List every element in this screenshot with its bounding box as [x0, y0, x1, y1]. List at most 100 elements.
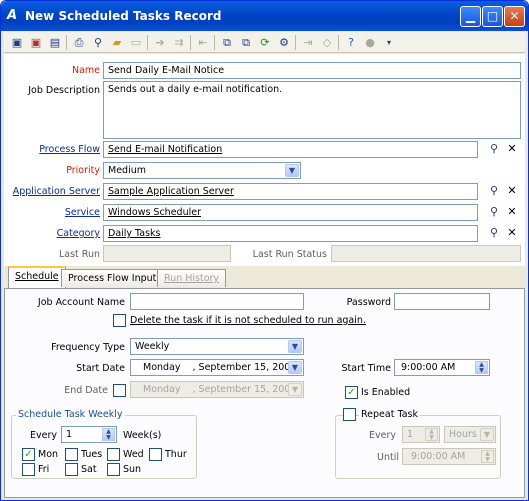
spin-arrows-icon[interactable]: ▲ ▼: [475, 361, 488, 374]
last-run-label: Last Run: [58, 249, 100, 260]
name-field[interactable]: Send Daily E-Mail Notice: [103, 62, 521, 79]
open-folder-icon[interactable]: ▰: [109, 35, 125, 50]
day-fri-checkbox[interactable]: [22, 463, 35, 476]
print-icon[interactable]: ⎙: [71, 35, 87, 50]
title-bar[interactable]: A New Scheduled Tasks Record ▁ □ ✕: [1, 1, 528, 31]
day-thur-checkbox[interactable]: [149, 448, 162, 461]
name-label: Name: [71, 65, 100, 76]
tab-run-history[interactable]: Run History: [157, 269, 227, 287]
first-icon[interactable]: ⇤: [195, 35, 211, 50]
weeks-label: Week(s): [123, 430, 162, 441]
window-title: New Scheduled Tasks Record: [25, 9, 222, 23]
application-server-find-icon[interactable]: ⚲: [486, 183, 502, 199]
start-date-picker[interactable]: Monday, September 15, 2008 ▼: [130, 359, 304, 376]
globe-refresh-icon[interactable]: ⟳: [257, 35, 273, 50]
spin-arrows-icon: ▲ ▼: [425, 428, 438, 441]
day-sun-checkbox[interactable]: [107, 463, 120, 476]
day-mon-checkbox[interactable]: ✓: [22, 448, 35, 461]
spin-arrows-icon[interactable]: ▲ ▼: [102, 428, 115, 441]
maximize-button[interactable]: □: [482, 6, 503, 27]
job-description-field[interactable]: Sends out a daily e-mail notification.: [103, 81, 521, 139]
category-field[interactable]: Daily Tasks: [103, 225, 478, 242]
service-find-icon[interactable]: ⚲: [486, 204, 502, 220]
last-run-status-label: Last Run Status: [252, 249, 327, 260]
application-server-clear-icon[interactable]: ✕: [504, 183, 520, 199]
day-tues-checkbox[interactable]: [65, 448, 78, 461]
move-icon[interactable]: ⇥: [300, 35, 316, 50]
help-icon[interactable]: ?: [343, 35, 359, 50]
password-field[interactable]: [394, 293, 490, 310]
forward-all-icon[interactable]: ⇉: [171, 35, 187, 50]
day-fri-label: Fri: [38, 464, 50, 475]
start-time-spinner[interactable]: 9:00:00 AM ▲ ▼: [394, 359, 490, 376]
day-sat-checkbox[interactable]: [65, 463, 78, 476]
end-date-checkbox[interactable]: [113, 384, 126, 397]
category-link[interactable]: Category: [57, 228, 100, 239]
chevron-down-icon[interactable]: ▼: [285, 164, 299, 177]
schedule-tab-panel: Job Account Name Password Delete the tas…: [4, 288, 525, 498]
every-label: Every: [30, 430, 57, 441]
tab-schedule[interactable]: Schedule: [8, 266, 66, 288]
toolbar-overflow-icon[interactable]: ▾: [381, 35, 397, 50]
tab-strip: Schedule Process Flow Input Run History: [4, 266, 525, 288]
service-link[interactable]: Service: [65, 207, 100, 218]
process-flow-field[interactable]: Send E-mail Notification: [103, 141, 478, 158]
password-label: Password: [346, 297, 391, 308]
frequency-type-select[interactable]: Weekly ▼: [130, 338, 304, 355]
is-enabled-label: Is Enabled: [361, 387, 411, 398]
process-flow-clear-icon[interactable]: ✕: [504, 141, 520, 157]
process-flow-link[interactable]: Process Flow: [39, 144, 100, 155]
every-weeks-spinner[interactable]: 1 ▲ ▼: [61, 426, 117, 443]
app-icon: A: [7, 8, 18, 23]
frequency-type-label: Frequency Type: [51, 342, 125, 353]
day-thur-label: Thur: [165, 449, 187, 460]
process-flow-find-icon[interactable]: ⚲: [486, 141, 502, 157]
save-new-icon[interactable]: ▤: [47, 35, 63, 50]
application-server-field[interactable]: Sample Application Server: [103, 183, 478, 200]
forward-icon[interactable]: ➔: [152, 35, 168, 50]
info-icon[interactable]: ●: [362, 35, 378, 50]
repeat-unit-select: Hours ▼: [444, 426, 496, 443]
category-clear-icon[interactable]: ✕: [504, 225, 520, 241]
minimize-button[interactable]: ▁: [460, 6, 481, 27]
day-wed-label: Wed: [123, 449, 144, 460]
copy-icon[interactable]: ⧉: [219, 35, 235, 50]
chevron-down-icon[interactable]: ▼: [288, 340, 302, 353]
chevron-down-icon[interactable]: ▼: [288, 361, 302, 374]
find-icon[interactable]: ⚲: [90, 35, 106, 50]
day-tues-label: Tues: [81, 449, 103, 460]
last-run-status-field: [331, 245, 521, 262]
copy-multiple-icon[interactable]: ⧉: [238, 35, 254, 50]
service-field[interactable]: Windows Scheduler: [103, 204, 478, 221]
tab-process-flow-input[interactable]: Process Flow Input: [61, 269, 164, 287]
save-icon[interactable]: ▣: [9, 35, 25, 50]
link-icon[interactable]: ◇: [319, 35, 335, 50]
close-icon: ✕: [509, 9, 520, 23]
repeat-task-label: Repeat Task: [359, 409, 420, 420]
job-description-label: Job Description: [28, 85, 100, 96]
application-server-link[interactable]: Application Server: [13, 186, 100, 197]
toolbar: ▣ ▣ ▤ ⎙ ⚲ ▰ ▭ ➔ ⇉ ⇤ ⧉ ⧉ ⟳ ⚙ ⇥ ◇ ? ● ▾: [4, 32, 525, 53]
document-icon[interactable]: ▭: [128, 35, 144, 50]
repeat-task-checkbox[interactable]: [343, 408, 356, 421]
service-clear-icon[interactable]: ✕: [504, 204, 520, 220]
start-time-label: Start Time: [341, 363, 391, 374]
job-account-name-field[interactable]: [130, 293, 304, 310]
save-close-icon[interactable]: ▣: [28, 35, 44, 50]
delete-task-checkbox[interactable]: [113, 314, 126, 327]
spin-arrows-icon: ▲ ▼: [481, 450, 494, 463]
end-date-label: End Date: [64, 385, 108, 396]
chevron-down-icon: ▼: [480, 428, 494, 441]
settings-icon[interactable]: ⚙: [276, 35, 292, 50]
day-sun-label: Sun: [123, 464, 142, 475]
repeat-every-spinner: 1 ▲ ▼: [402, 426, 440, 443]
delete-task-label: Delete the task if it is not scheduled t…: [130, 315, 366, 326]
window: A New Scheduled Tasks Record ▁ □ ✕ ▣ ▣ ▤…: [0, 0, 529, 501]
day-wed-checkbox[interactable]: [107, 448, 120, 461]
repeat-every-label: Every: [369, 430, 396, 441]
is-enabled-checkbox[interactable]: ✓: [345, 386, 358, 399]
priority-select[interactable]: Medium ▼: [103, 162, 301, 179]
schedule-weekly-group-label: Schedule Task Weekly: [16, 409, 125, 420]
category-find-icon[interactable]: ⚲: [486, 225, 502, 241]
close-button[interactable]: ✕: [504, 6, 525, 27]
